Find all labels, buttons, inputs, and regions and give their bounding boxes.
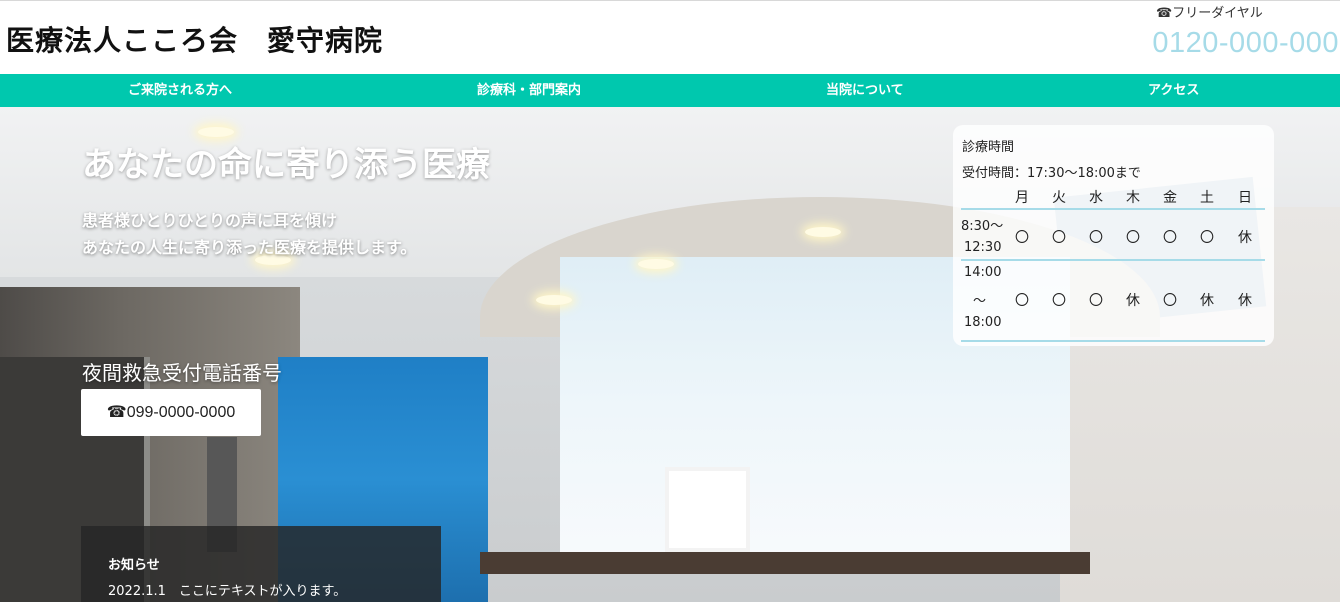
hero-title: あなたの命に寄り添う医療 — [82, 145, 490, 185]
time-slot-morning: 8:30〜 — [961, 219, 1004, 234]
day-header: 金 — [1163, 190, 1177, 206]
site-title[interactable]: 医療法人こころ会 愛守病院 — [6, 19, 383, 59]
consultation-hours-panel: 診療時間 受付時間：17:30〜18:00まで 月 火 水 木 金 土 日 8:… — [953, 125, 1274, 346]
day-header: 土 — [1200, 190, 1214, 206]
afternoon-mark: 〇 — [1052, 293, 1066, 309]
night-emergency-label: 夜間救急受付電話番号 — [82, 361, 282, 385]
afternoon-mark: 休 — [1238, 293, 1252, 309]
hero-subtitle: 患者様ひとりひとりの声に耳を傾け あなたの人生に寄り添った医療を提供します。 — [82, 207, 416, 261]
hero-photo-ceiling-light — [198, 127, 234, 137]
afternoon-mark: 〇 — [1015, 293, 1029, 309]
morning-mark: 〇 — [1052, 230, 1066, 246]
site-header: 医療法人こころ会 愛守病院 ☎フリーダイヤル 0120-000-000 — [0, 1, 1340, 74]
night-emergency-phone-button[interactable]: ☎099-0000-0000 — [81, 389, 261, 436]
time-slot-afternoon: 14:00 — [964, 265, 1002, 280]
morning-mark: 〇 — [1089, 230, 1103, 246]
morning-mark: 休 — [1238, 230, 1252, 246]
free-dial-label: ☎フリーダイヤル — [1156, 6, 1263, 21]
time-slot-morning: 12:30 — [964, 240, 1002, 255]
afternoon-mark: 〇 — [1163, 293, 1177, 309]
global-nav: ご来院される方へ 診療科・部門案内 当院について アクセス — [0, 74, 1340, 107]
hero-photo-ceiling-light — [536, 295, 572, 305]
morning-mark: 〇 — [1163, 230, 1177, 246]
news-panel: お知らせ 2022.1.1 ここにテキストが入ります。 — [81, 526, 441, 602]
hero-subtitle-line: あなたの人生に寄り添った医療を提供します。 — [82, 238, 417, 257]
hero-photo-service-window — [665, 467, 750, 552]
morning-mark: 〇 — [1200, 230, 1214, 246]
hours-reception-time: 受付時間：17:30〜18:00まで — [962, 166, 1141, 181]
afternoon-mark: 〇 — [1089, 293, 1103, 309]
morning-mark: 〇 — [1126, 230, 1140, 246]
hero-photo-counter — [480, 552, 1090, 574]
table-rule — [961, 208, 1265, 210]
time-slot-afternoon: 18:00 — [964, 315, 1002, 330]
nav-item-visitors[interactable]: ご来院される方へ — [128, 74, 232, 107]
nav-item-access[interactable]: アクセス — [1148, 74, 1199, 107]
table-rule — [961, 259, 1265, 261]
hero-photo-ceiling-light — [638, 259, 674, 269]
morning-mark: 〇 — [1015, 230, 1029, 246]
hero-photo-ceiling-light — [805, 227, 841, 237]
day-header: 水 — [1089, 190, 1103, 206]
day-header: 月 — [1015, 190, 1029, 206]
day-header: 木 — [1126, 190, 1140, 206]
nav-item-departments[interactable]: 診療科・部門案内 — [477, 74, 581, 107]
free-dial-number[interactable]: 0120-000-000 — [1152, 27, 1339, 60]
hours-table: 月 火 水 木 金 土 日 8:30〜 12:30 〇 〇 〇 〇 〇 〇 休 … — [961, 185, 1265, 342]
news-item[interactable]: 2022.1.1 ここにテキストが入ります。 — [108, 580, 346, 599]
hero-subtitle-line: 患者様ひとりひとりの声に耳を傾け — [82, 211, 338, 230]
news-title: お知らせ — [108, 558, 160, 573]
day-header: 火 — [1052, 190, 1066, 206]
hours-title: 診療時間 — [962, 140, 1015, 155]
nav-item-about[interactable]: 当院について — [826, 74, 904, 107]
afternoon-mark: 休 — [1126, 293, 1140, 309]
time-slot-afternoon: 〜 — [973, 294, 987, 309]
hero-section: あなたの命に寄り添う医療 患者様ひとりひとりの声に耳を傾け あなたの人生に寄り添… — [0, 107, 1340, 602]
afternoon-mark: 休 — [1200, 293, 1214, 309]
table-rule — [961, 340, 1265, 342]
day-header: 日 — [1238, 190, 1252, 206]
